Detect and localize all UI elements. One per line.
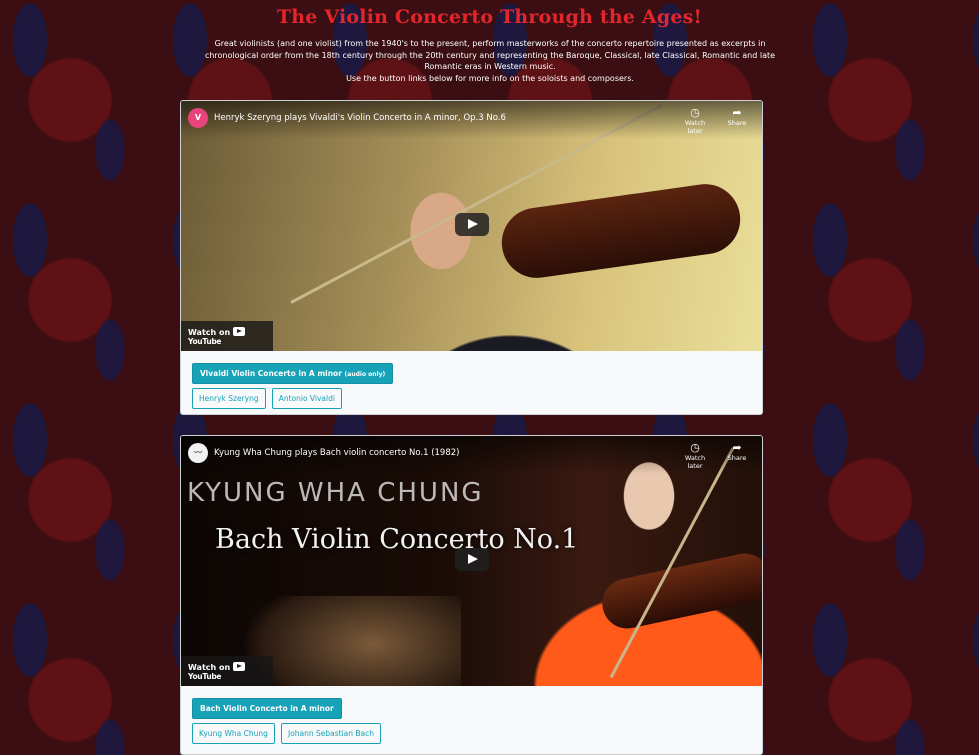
intro-text: Great violinists (and one violist) from … bbox=[190, 38, 790, 84]
watch-later-label: Watch later bbox=[684, 454, 706, 470]
card-buttons: Bach Violin Concerto in A minor Kyung Wh… bbox=[181, 686, 762, 744]
page-title: The Violin Concerto Through the Ages! bbox=[276, 6, 703, 28]
channel-logo-icon: 〰 bbox=[194, 448, 202, 457]
watch-on-label: Watch on bbox=[188, 663, 231, 672]
concerto-card-vivaldi: V Henryk Szeryng plays Vivaldi's Violin … bbox=[180, 100, 763, 415]
watch-on-label: Watch on bbox=[188, 328, 231, 337]
soloist-link-button[interactable]: Henryk Szeryng bbox=[192, 388, 266, 409]
violin-image bbox=[497, 179, 745, 283]
soloist-link-button[interactable]: Kyung Wha Chung bbox=[192, 723, 275, 744]
audio-only-note: (audio only) bbox=[344, 371, 386, 378]
share-icon: ➦ bbox=[732, 106, 742, 119]
page: The Violin Concerto Through the Ages! Gr… bbox=[0, 0, 979, 755]
video-player[interactable]: V Henryk Szeryng plays Vivaldi's Violin … bbox=[181, 101, 762, 351]
share-label: Share bbox=[727, 119, 747, 127]
video-player[interactable]: KYUNG WHA CHUNG Bach Violin Concerto No.… bbox=[181, 436, 762, 686]
video-title[interactable]: Kyung Wha Chung plays Bach violin concer… bbox=[214, 448, 459, 458]
watch-later-label: Watch later bbox=[684, 119, 706, 135]
intro-instruction: Use the button links below for more info… bbox=[346, 73, 634, 83]
youtube-wordmark: YouTube bbox=[188, 337, 222, 346]
concerto-link-button[interactable]: Bach Violin Concerto in A minor bbox=[192, 698, 342, 719]
concerto-link-button[interactable]: Vivaldi Violin Concerto in A minor (audi… bbox=[192, 363, 394, 384]
orchestra-image bbox=[241, 596, 461, 686]
channel-avatar[interactable]: V bbox=[188, 108, 208, 128]
share-button[interactable]: ➦ Share bbox=[719, 441, 755, 463]
play-button[interactable] bbox=[455, 548, 489, 571]
share-button[interactable]: ➦ Share bbox=[719, 106, 755, 128]
intro-paragraph: Great violinists (and one violist) from … bbox=[204, 39, 776, 71]
youtube-icon bbox=[233, 327, 246, 336]
share-icon: ➦ bbox=[732, 441, 742, 454]
share-label: Share bbox=[727, 454, 747, 462]
watch-later-button[interactable]: ◷ Watch later bbox=[677, 106, 713, 136]
concerto-card-bach: KYUNG WHA CHUNG Bach Violin Concerto No.… bbox=[180, 435, 763, 755]
artist-links: Kyung Wha Chung Johann Sebastian Bach bbox=[192, 721, 751, 744]
composer-link-button[interactable]: Johann Sebastian Bach bbox=[280, 723, 382, 744]
composer-link-button[interactable]: Antonio Vivaldi bbox=[271, 388, 342, 409]
play-button[interactable] bbox=[455, 213, 489, 236]
channel-avatar[interactable]: 〰 bbox=[188, 443, 208, 463]
concerto-link-label: Vivaldi Violin Concerto in A minor bbox=[200, 369, 342, 378]
thumbnail-artist-text: KYUNG WHA CHUNG bbox=[187, 478, 484, 508]
watch-later-button[interactable]: ◷ Watch later bbox=[677, 441, 713, 471]
artist-links: Henryk Szeryng Antonio Vivaldi bbox=[192, 386, 751, 409]
card-buttons: Vivaldi Violin Concerto in A minor (audi… bbox=[181, 351, 762, 409]
youtube-wordmark: YouTube bbox=[188, 672, 222, 681]
thumbnail-work-text: Bach Violin Concerto No.1 bbox=[215, 524, 579, 555]
youtube-icon bbox=[233, 662, 246, 671]
clock-icon: ◷ bbox=[690, 441, 700, 454]
video-title[interactable]: Henryk Szeryng plays Vivaldi's Violin Co… bbox=[214, 113, 506, 123]
violin-image bbox=[597, 548, 762, 634]
watch-on-youtube-link[interactable]: Watch onYouTube bbox=[181, 321, 273, 351]
watch-on-youtube-link[interactable]: Watch onYouTube bbox=[181, 656, 273, 686]
clock-icon: ◷ bbox=[690, 106, 700, 119]
